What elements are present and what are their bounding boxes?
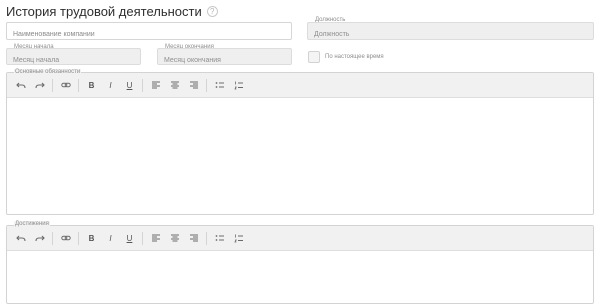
question-circle-icon[interactable]: ? bbox=[206, 5, 218, 17]
link-icon[interactable] bbox=[56, 73, 75, 98]
achievements-label: Достижения bbox=[14, 221, 50, 228]
underline-button[interactable]: U bbox=[120, 73, 139, 98]
underline-button[interactable]: U bbox=[120, 226, 139, 251]
company-field[interactable] bbox=[6, 22, 292, 43]
toolbar-divider bbox=[206, 231, 207, 245]
align-right-icon[interactable] bbox=[184, 73, 203, 98]
start-month-field[interactable] bbox=[6, 48, 141, 68]
toolbar-divider bbox=[142, 231, 143, 245]
achievements-toolbar: B I U bbox=[7, 226, 593, 251]
company-input[interactable] bbox=[7, 26, 291, 43]
toolbar-divider bbox=[78, 78, 79, 92]
present-checkbox[interactable] bbox=[308, 51, 320, 63]
toolbar-divider bbox=[52, 231, 53, 245]
bullet-list-icon[interactable] bbox=[210, 226, 229, 251]
link-icon[interactable] bbox=[56, 226, 75, 251]
section-header: История трудовой деятельности ? bbox=[6, 2, 218, 20]
position-input[interactable] bbox=[308, 26, 593, 43]
align-right-icon[interactable] bbox=[184, 226, 203, 251]
duties-editor: B I U bbox=[6, 72, 594, 215]
align-left-icon[interactable] bbox=[146, 73, 165, 98]
end-month-input[interactable] bbox=[158, 53, 291, 68]
duties-label: Основные обязанности bbox=[14, 69, 82, 76]
achievements-editor: B I U bbox=[6, 225, 594, 304]
toolbar-divider bbox=[52, 78, 53, 92]
toolbar-divider bbox=[142, 78, 143, 92]
numbered-list-icon[interactable] bbox=[229, 226, 248, 251]
end-month-field[interactable] bbox=[157, 48, 292, 68]
undo-icon[interactable] bbox=[11, 73, 30, 98]
redo-icon[interactable] bbox=[30, 73, 49, 98]
achievements-text-area[interactable] bbox=[7, 251, 593, 303]
toolbar-divider bbox=[206, 78, 207, 92]
bold-button[interactable]: B bbox=[82, 73, 101, 98]
bullet-list-icon[interactable] bbox=[210, 73, 229, 98]
duties-toolbar: B I U bbox=[7, 73, 593, 98]
italic-button[interactable]: I bbox=[101, 73, 120, 98]
bold-button[interactable]: B bbox=[82, 226, 101, 251]
present-checkbox-label[interactable]: По настоящее время bbox=[325, 54, 384, 60]
redo-icon[interactable] bbox=[30, 226, 49, 251]
toolbar-divider bbox=[78, 231, 79, 245]
italic-button[interactable]: I bbox=[101, 226, 120, 251]
section-title: История трудовой деятельности bbox=[6, 3, 202, 19]
numbered-list-icon[interactable] bbox=[229, 73, 248, 98]
position-field[interactable] bbox=[307, 22, 594, 43]
align-left-icon[interactable] bbox=[146, 226, 165, 251]
duties-text-area[interactable] bbox=[7, 98, 593, 214]
align-center-icon[interactable] bbox=[165, 73, 184, 98]
undo-icon[interactable] bbox=[11, 226, 30, 251]
start-month-input[interactable] bbox=[7, 53, 140, 68]
align-center-icon[interactable] bbox=[165, 226, 184, 251]
